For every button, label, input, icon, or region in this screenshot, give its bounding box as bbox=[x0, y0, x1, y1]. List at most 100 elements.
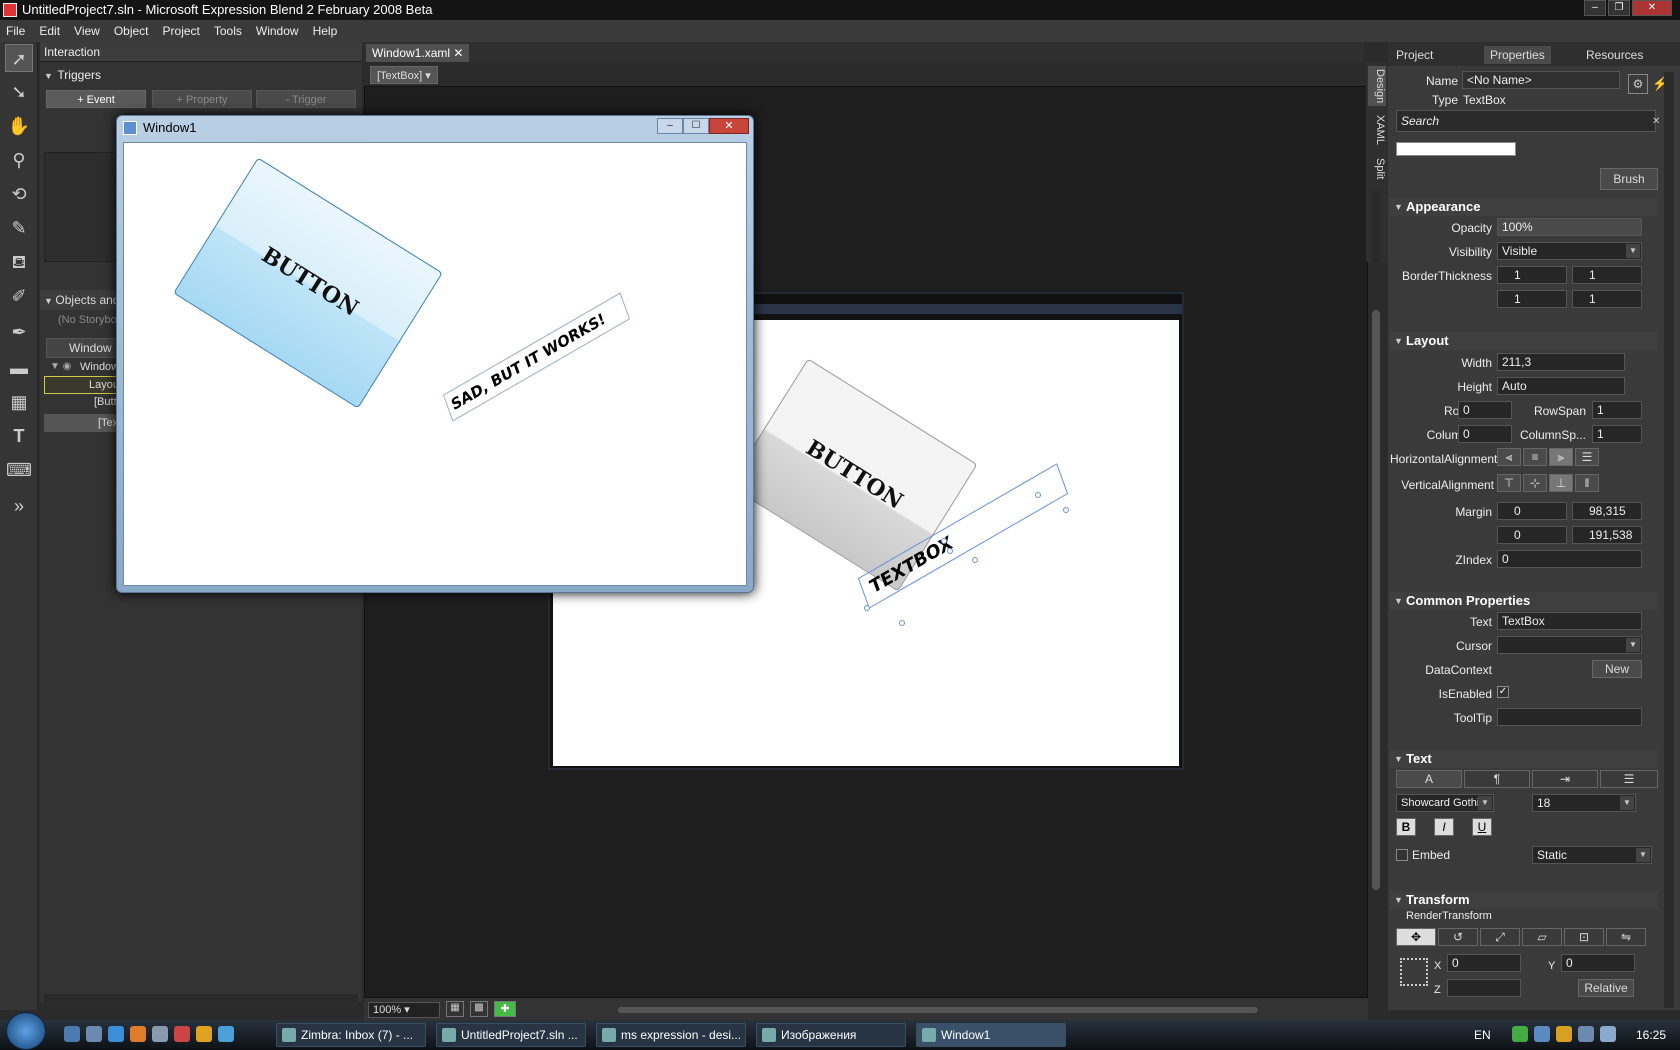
zoom-field[interactable]: 100% ▾ bbox=[368, 1002, 440, 1018]
embed-checkbox[interactable] bbox=[1396, 849, 1408, 861]
remove-trigger-button[interactable]: - Trigger bbox=[256, 90, 356, 108]
eyedropper-icon[interactable]: ✎ bbox=[5, 214, 33, 242]
border-right-field[interactable]: 1 bbox=[1572, 266, 1642, 284]
menu-object[interactable]: Object bbox=[114, 24, 149, 38]
task-zimbra[interactable]: Zimbra: Inbox (7) - ... bbox=[276, 1023, 426, 1047]
origin-grid-icon[interactable] bbox=[1400, 958, 1428, 986]
paint-bucket-icon[interactable]: ⛾ bbox=[5, 248, 33, 276]
layout-section[interactable]: Layout bbox=[1390, 332, 1658, 350]
center-point[interactable] bbox=[941, 538, 947, 544]
language-indicator[interactable]: EN bbox=[1474, 1028, 1491, 1042]
direct-selection-icon[interactable]: ➘ bbox=[5, 78, 33, 106]
artboard-vscroll-thumb[interactable] bbox=[1372, 310, 1380, 890]
transform-section[interactable]: Transform bbox=[1390, 891, 1658, 909]
menu-file[interactable]: File bbox=[6, 24, 25, 38]
menu-view[interactable]: View bbox=[74, 24, 100, 38]
visibility-select[interactable]: Visible ▼ bbox=[1497, 242, 1642, 260]
row-field[interactable]: 0 bbox=[1458, 401, 1512, 419]
menu-tools[interactable]: Tools bbox=[214, 24, 242, 38]
valign-stretch-icon[interactable]: ‖ bbox=[1575, 474, 1599, 492]
margin-top-field[interactable]: 0 bbox=[1497, 526, 1567, 544]
triggers-header[interactable]: ▼ Triggers bbox=[44, 68, 101, 82]
align-stretch-icon[interactable]: ☰ bbox=[1575, 448, 1599, 466]
app-quicklaunch-icon[interactable] bbox=[152, 1026, 168, 1042]
name-field[interactable]: <No Name> bbox=[1462, 71, 1620, 89]
menu-help[interactable]: Help bbox=[313, 24, 338, 38]
app-quicklaunch-icon[interactable] bbox=[218, 1026, 234, 1042]
center-point-icon[interactable]: ⊡ bbox=[1564, 928, 1604, 946]
cursor-select[interactable]: ▼ bbox=[1497, 636, 1642, 654]
align-left-icon[interactable]: ⫷ bbox=[1497, 448, 1521, 466]
search-input[interactable]: Search bbox=[1396, 110, 1656, 132]
events-view-icon[interactable]: ⚙ bbox=[1628, 74, 1648, 94]
margin-left-field[interactable]: 0 bbox=[1497, 502, 1567, 520]
opacity-field[interactable]: 100% bbox=[1497, 218, 1642, 236]
tab-xaml[interactable]: XAML bbox=[1368, 112, 1386, 148]
valign-bottom-icon[interactable]: ⊥ bbox=[1549, 474, 1573, 492]
tab-window1-xaml[interactable]: Window1.xaml ✕ bbox=[366, 44, 470, 62]
network-icon[interactable] bbox=[1578, 1026, 1594, 1042]
indent-tab-icon[interactable]: ⇥ bbox=[1532, 770, 1598, 788]
font-tab-icon[interactable]: A bbox=[1396, 770, 1462, 788]
common-section[interactable]: Common Properties bbox=[1390, 592, 1658, 610]
resize-handle[interactable] bbox=[972, 557, 978, 563]
grid-toggle-icon[interactable]: ▦ bbox=[446, 1001, 464, 1017]
align-right-icon[interactable]: ⫸ bbox=[1549, 448, 1573, 466]
margin-right-field[interactable]: 98,315 bbox=[1572, 502, 1642, 520]
x-field[interactable]: 0 bbox=[1447, 954, 1521, 972]
tray-icon[interactable] bbox=[1534, 1026, 1550, 1042]
tree-expander-icon[interactable]: ▼ ◉ bbox=[50, 361, 71, 372]
switch-windows-icon[interactable] bbox=[86, 1026, 102, 1042]
margin-bottom-field[interactable]: 191,538 bbox=[1572, 526, 1642, 544]
skew-icon[interactable]: ▱ bbox=[1522, 928, 1562, 946]
app-quicklaunch-icon[interactable] bbox=[174, 1026, 190, 1042]
grid-icon[interactable]: ▦ bbox=[5, 388, 33, 416]
border-bottom-field[interactable]: 1 bbox=[1572, 290, 1642, 308]
add-property-button[interactable]: + Property bbox=[152, 90, 252, 108]
font-size-select[interactable]: 18 ▼ bbox=[1532, 794, 1636, 812]
appearance-section[interactable]: Appearance bbox=[1390, 198, 1658, 216]
border-left-field[interactable]: 1 bbox=[1497, 266, 1567, 284]
rotate-icon[interactable]: ↺ bbox=[1438, 928, 1478, 946]
tree-item-window[interactable]: Window bbox=[80, 361, 119, 373]
start-button[interactable] bbox=[6, 1012, 46, 1050]
font-family-select[interactable]: Showcard Gothic ▼ bbox=[1396, 794, 1494, 812]
tab-properties[interactable]: Properties bbox=[1484, 46, 1551, 64]
y-field[interactable]: 0 bbox=[1561, 954, 1635, 972]
tooltip-field[interactable] bbox=[1497, 708, 1642, 726]
text-section[interactable]: Text bbox=[1390, 750, 1658, 768]
valign-center-icon[interactable]: ⊹ bbox=[1523, 474, 1547, 492]
resize-handle[interactable] bbox=[1063, 507, 1069, 513]
tab-design[interactable]: Design bbox=[1368, 66, 1386, 106]
selection-icon[interactable]: ➚ bbox=[5, 44, 33, 72]
list-tab-icon[interactable]: ☰ bbox=[1600, 770, 1658, 788]
bold-icon[interactable]: B bbox=[1396, 818, 1416, 836]
properties-scrollbar[interactable] bbox=[1664, 72, 1674, 1008]
isenabled-checkbox[interactable]: ✓ bbox=[1497, 686, 1509, 698]
rowspan-field[interactable]: 1 bbox=[1592, 401, 1642, 419]
snap-grid-icon[interactable]: ▩ bbox=[470, 1001, 488, 1017]
runtime-close-icon[interactable]: ✕ bbox=[709, 118, 749, 134]
resize-handle[interactable] bbox=[947, 548, 953, 554]
menu-window[interactable]: Window bbox=[256, 24, 299, 38]
tree-scrollbar[interactable] bbox=[44, 994, 358, 1002]
snap-lines-icon[interactable]: ✚ bbox=[494, 1001, 516, 1017]
pen-icon[interactable]: ✒ bbox=[5, 318, 33, 346]
tray-icon[interactable] bbox=[1512, 1026, 1528, 1042]
ie-icon[interactable] bbox=[108, 1026, 124, 1042]
text-mode-select[interactable]: Static ▼ bbox=[1532, 846, 1652, 864]
task-window1[interactable]: Window1 bbox=[916, 1023, 1066, 1047]
paragraph-tab-icon[interactable]: ¶ bbox=[1464, 770, 1530, 788]
rectangle-icon[interactable]: ▬ bbox=[5, 354, 33, 382]
app-icon[interactable] bbox=[3, 3, 17, 17]
brush-button[interactable]: Brush bbox=[1600, 168, 1658, 190]
asset-library-icon[interactable]: » bbox=[5, 492, 33, 520]
media-icon[interactable] bbox=[196, 1026, 212, 1042]
valign-top-icon[interactable]: ⊤ bbox=[1497, 474, 1521, 492]
runtime-textbox[interactable]: SAD, BUT IT WORKS! bbox=[442, 292, 631, 422]
task-blend[interactable]: UntitledProject7.sln ... bbox=[436, 1023, 586, 1047]
search-clear-icon[interactable]: ✕ bbox=[1652, 116, 1660, 127]
height-field[interactable]: Auto bbox=[1497, 377, 1625, 395]
columnspan-field[interactable]: 1 bbox=[1592, 425, 1642, 443]
tab-split[interactable]: Split bbox=[1368, 152, 1386, 186]
